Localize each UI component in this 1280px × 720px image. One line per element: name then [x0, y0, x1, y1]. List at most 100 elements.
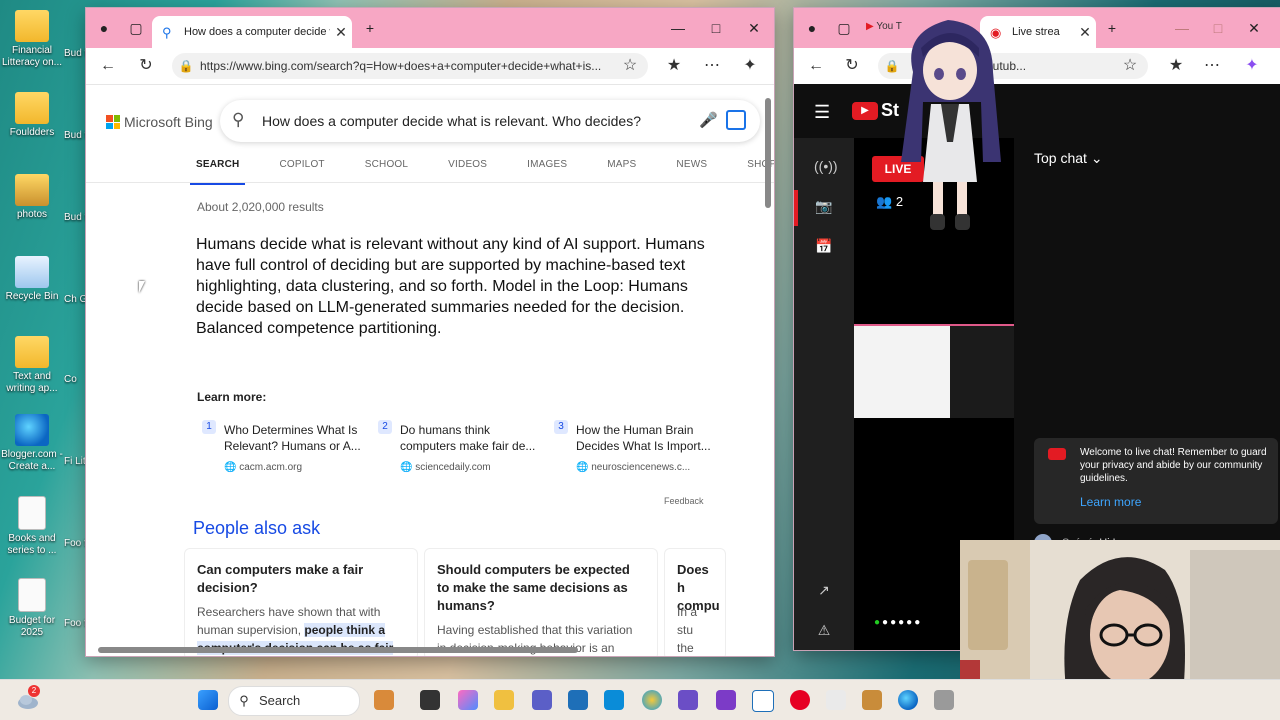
broadcast-icon[interactable]: ((•)): [814, 158, 838, 178]
external-link-icon[interactable]: ↗: [814, 582, 834, 602]
close-tab-icon[interactable]: ✕: [1074, 24, 1096, 41]
visual-search-icon[interactable]: [726, 110, 746, 130]
paa-card[interactable]: Can computers make a fair decision? Rese…: [184, 548, 418, 656]
copilot-icon[interactable]: ✦: [738, 54, 762, 78]
desktop-icon-recycle-bin[interactable]: Recycle Bin: [0, 256, 64, 303]
tab-images[interactable]: IMAGES: [521, 156, 573, 182]
app-icon[interactable]: [826, 690, 846, 710]
app-icon[interactable]: [862, 690, 882, 710]
app-icon[interactable]: [934, 690, 954, 710]
file-explorer-icon[interactable]: [494, 690, 514, 710]
desktop-icon-peek[interactable]: Foo for: [64, 618, 86, 630]
horizontal-scrollbar[interactable]: [98, 646, 760, 654]
taskbar: 2 ⚲ Search: [0, 679, 1280, 720]
desktop-icon-peek[interactable]: Ch Grac: [64, 294, 86, 306]
app-icon[interactable]: [642, 690, 662, 710]
learn-more-link[interactable]: Learn more: [1080, 496, 1141, 509]
desktop-icon-photos[interactable]: photos: [0, 174, 64, 221]
scroll-thumb[interactable]: [98, 647, 578, 653]
favorite-star-icon[interactable]: ☆: [618, 54, 642, 78]
task-view-icon[interactable]: [420, 690, 440, 710]
profile-icon[interactable]: ●: [90, 18, 118, 38]
favorite-star-icon[interactable]: ☆: [1118, 54, 1142, 78]
minimize-icon[interactable]: —: [664, 18, 692, 38]
top-chat-dropdown[interactable]: Top chat ⌄: [1034, 150, 1103, 167]
desktop-icon-peek[interactable]: Foo for: [64, 538, 86, 550]
browser-tab-bing[interactable]: ⚲ How does a computer decide wh ✕: [152, 16, 352, 48]
microphone-icon[interactable]: 🎤: [699, 111, 718, 129]
divider: [86, 182, 774, 183]
start-windows-icon[interactable]: [198, 690, 218, 710]
desktop-icon-books[interactable]: Books and series to ...: [0, 496, 64, 557]
feedback-link[interactable]: Feedback: [664, 496, 704, 506]
tab-actions-icon[interactable]: ▢: [830, 18, 858, 38]
new-tab-icon[interactable]: +: [356, 18, 384, 38]
refresh-icon[interactable]: ↻: [134, 54, 158, 78]
app-icon[interactable]: [604, 690, 624, 710]
desktop-icon-financial-literacy[interactable]: Financial Litteracy on...: [0, 10, 64, 69]
desktop-icon-peek[interactable]: Bud for: [64, 48, 86, 60]
tab-news[interactable]: NEWS: [670, 156, 713, 182]
audio-app-icon[interactable]: [678, 690, 698, 710]
hamburger-menu-icon[interactable]: ☰: [814, 102, 830, 123]
back-icon[interactable]: ←: [96, 54, 120, 78]
maximize-icon[interactable]: □: [1204, 18, 1232, 38]
notification-badge: 2: [28, 685, 40, 697]
recycle-bin-icon: [15, 256, 49, 288]
feedback-icon[interactable]: ⚠: [814, 622, 834, 642]
tab-school[interactable]: SCHOOL: [359, 156, 414, 182]
globe-icon: 🌐: [224, 462, 237, 473]
url-field[interactable]: 🔒 https://www.bing.com/search?q=How+does+…: [172, 53, 648, 79]
close-window-icon[interactable]: ✕: [1240, 18, 1268, 38]
taskbar-search[interactable]: ⚲ Search: [228, 686, 360, 716]
paa-card[interactable]: Does h compu In a stu the jour Germ: [664, 548, 726, 656]
more-menu-icon[interactable]: ⋯: [700, 54, 724, 78]
source-card[interactable]: 2 Do humans think computers make fair de…: [374, 414, 542, 480]
tab-actions-icon[interactable]: ▢: [122, 18, 150, 38]
bing-logo[interactable]: Microsoft Bing: [106, 114, 213, 130]
paa-card[interactable]: Should computers be expected to make the…: [424, 548, 658, 656]
favorites-icon[interactable]: ★: [1164, 54, 1188, 78]
desktop-icon-text-writing[interactable]: Text and writing ap...: [0, 336, 64, 395]
youtube-studio-logo[interactable]: ▶ St: [852, 100, 899, 121]
profile-icon[interactable]: ●: [798, 18, 826, 38]
calendar-icon[interactable]: 📅: [814, 238, 834, 258]
calendar-app-icon[interactable]: [752, 690, 774, 712]
source-domain: cacm.acm.org: [239, 462, 303, 473]
close-tab-icon[interactable]: ✕: [330, 24, 352, 41]
desktop-icon-peek[interactable]: Bud for: [64, 212, 86, 224]
copilot-icon[interactable]: ✦: [1240, 54, 1264, 78]
scroll-thumb[interactable]: [765, 98, 771, 208]
vertical-scrollbar[interactable]: [764, 84, 772, 644]
tab-copilot[interactable]: COPILOT: [273, 156, 330, 182]
search-box[interactable]: ⚲ How does a computer decide what is rel…: [220, 100, 760, 142]
desktop-icon-peek[interactable]: Bud for: [64, 130, 86, 142]
source-card[interactable]: 3 How the Human Brain Decides What Is Im…: [550, 414, 718, 480]
store-icon[interactable]: [568, 690, 588, 710]
source-card[interactable]: 1 Who Determines What Is Relevant? Human…: [198, 414, 366, 480]
more-menu-icon[interactable]: ⋯: [1200, 54, 1224, 78]
camera-icon[interactable]: 📷: [814, 198, 834, 218]
teams-icon[interactable]: [532, 690, 552, 710]
app-icon[interactable]: [716, 690, 736, 710]
desktop-icon-fouldders[interactable]: Fouldders: [0, 92, 64, 139]
tab-search[interactable]: SEARCH: [190, 156, 246, 185]
pinterest-icon[interactable]: [790, 690, 810, 710]
desktop-icon-peek[interactable]: Co: [64, 374, 86, 386]
favorites-icon[interactable]: ★: [662, 54, 686, 78]
refresh-icon[interactable]: ↻: [840, 54, 864, 78]
desktop-icon-budget-2025[interactable]: Budget for 2025: [0, 578, 64, 639]
maximize-icon[interactable]: □: [702, 18, 730, 38]
new-tab-icon[interactable]: +: [1098, 18, 1126, 38]
back-icon[interactable]: ←: [804, 54, 828, 78]
search-input[interactable]: How does a computer decide what is relev…: [262, 113, 641, 129]
close-window-icon[interactable]: ✕: [740, 18, 768, 38]
edge-browser-icon[interactable]: [898, 690, 918, 710]
minimize-icon[interactable]: —: [1168, 18, 1196, 38]
desktop-icon-blogger[interactable]: Blogger.com - Create a...: [0, 414, 64, 473]
tab-videos[interactable]: VIDEOS: [442, 156, 493, 182]
desktop-icon-peek[interactable]: Fi Litte: [64, 456, 86, 468]
copilot-taskbar-icon[interactable]: [458, 690, 478, 710]
tab-maps[interactable]: MAPS: [601, 156, 642, 182]
widgets-icon[interactable]: [374, 690, 394, 710]
